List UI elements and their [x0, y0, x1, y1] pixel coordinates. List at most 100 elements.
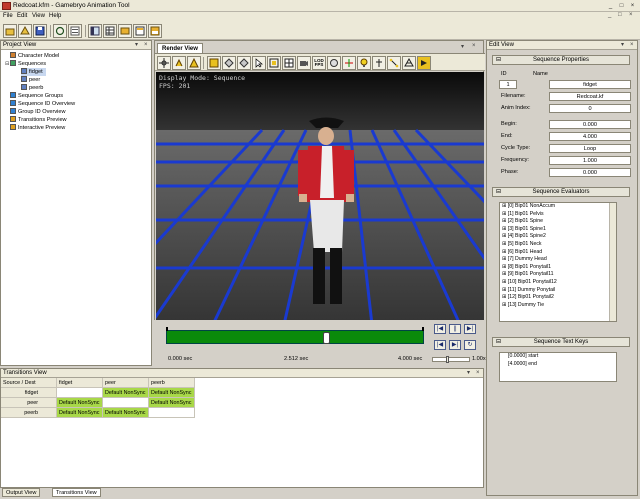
tree-item-peer[interactable]: peer	[21, 76, 40, 84]
id-field[interactable]: 1	[499, 80, 517, 89]
animation-icon[interactable]	[417, 56, 431, 70]
tree-item-group-id-overview[interactable]: Group ID Overview	[10, 108, 66, 116]
close-icon[interactable]: ×	[144, 41, 148, 50]
tree-item-sequence-id-overview[interactable]: Sequence ID Overview	[10, 100, 75, 108]
rotate-icon[interactable]	[172, 56, 186, 70]
camera-icon[interactable]	[297, 56, 311, 70]
transition-cell[interactable]	[103, 398, 149, 408]
tree-item-interactive-preview[interactable]: Interactive Preview	[10, 124, 65, 132]
save-icon[interactable]	[33, 24, 47, 38]
transition-cell[interactable]: Default NonSync	[149, 398, 195, 408]
project-view-icon[interactable]	[88, 24, 102, 38]
frame-icon[interactable]	[207, 56, 221, 70]
pin-icon[interactable]: ▾	[461, 43, 464, 50]
rewind-button[interactable]: |◀	[434, 324, 446, 334]
orbit-icon[interactable]	[222, 56, 236, 70]
step-forward-button[interactable]: ▶|	[449, 340, 461, 350]
transition-cell[interactable]: Default NonSync	[149, 388, 195, 398]
grid-view-icon[interactable]	[103, 24, 117, 38]
sequence-text-keys-header[interactable]: ⊟ Sequence Text Keys	[492, 337, 630, 347]
list-item[interactable]: ⊞ [8] Bip01 Ponytail1	[500, 264, 616, 272]
pin-icon[interactable]: ▾	[467, 369, 470, 378]
lighting-icon[interactable]	[327, 56, 341, 70]
list-item[interactable]: [4.0000] end	[500, 361, 616, 369]
film-icon[interactable]	[118, 24, 132, 38]
tree-item-character-model[interactable]: Character Model	[5, 52, 59, 60]
render-view-tab[interactable]: Render View	[157, 43, 203, 53]
move-camera-icon[interactable]	[157, 56, 171, 70]
skeleton-icon[interactable]	[372, 56, 386, 70]
filename-field[interactable]: Redcoat.kf	[549, 92, 631, 101]
loop-button[interactable]: ↻	[464, 340, 476, 350]
grid-icon[interactable]	[282, 56, 296, 70]
tab-transitions-view[interactable]: Transitions View	[52, 488, 101, 497]
cursor-icon[interactable]	[252, 56, 266, 70]
zoom-icon[interactable]	[187, 56, 201, 70]
phase-field[interactable]: 0.000	[549, 168, 631, 177]
edit-view-icon[interactable]	[133, 24, 147, 38]
maximize-button[interactable]: □	[617, 2, 626, 10]
render-viewport[interactable]: Display Mode: Sequence FPS: 201	[156, 72, 484, 360]
close-button[interactable]: ×	[628, 2, 637, 10]
bones-icon[interactable]	[387, 56, 401, 70]
tree-item-fidget[interactable]: fidget	[21, 68, 46, 76]
list-item[interactable]: [0.0000] start	[500, 353, 616, 361]
menu-file[interactable]: File	[3, 13, 13, 19]
cycle-type-field[interactable]: Loop	[549, 144, 631, 153]
sequence-evaluators-header[interactable]: ⊟ Sequence Evaluators	[492, 187, 630, 197]
list-item[interactable]: ⊞ [10] Bip01 Ponytail12	[500, 279, 616, 287]
list-item[interactable]: ⊞ [7] Dummy Head	[500, 256, 616, 264]
play-to-end-button[interactable]: ▶|	[464, 324, 476, 334]
menu-edit[interactable]: Edit	[17, 13, 27, 19]
gizmo-icon[interactable]	[342, 56, 356, 70]
list-item[interactable]: ⊞ [3] Bip01 Spine1	[500, 226, 616, 234]
list-item[interactable]: ⊞ [1] Bip01 Pelvis	[500, 211, 616, 219]
tree-item-sequence-groups[interactable]: Sequence Groups	[10, 92, 63, 100]
tree-item-peerb[interactable]: peerb	[21, 84, 43, 92]
list-item[interactable]: ⊞ [13] Dummy Tie	[500, 302, 616, 310]
list-item[interactable]: ⊞ [12] Bip01 Ponytail2	[500, 294, 616, 302]
evaluators-scrollbar[interactable]	[609, 203, 616, 321]
list-item[interactable]: ⊞ [2] Bip01 Spine	[500, 218, 616, 226]
open-icon[interactable]	[3, 24, 17, 38]
timeline-scrubber[interactable]	[323, 332, 331, 344]
tab-output-view[interactable]: Output View	[2, 488, 41, 497]
close-icon[interactable]: ×	[630, 41, 634, 50]
anim-index-field[interactable]: 0	[549, 104, 631, 113]
speed-slider[interactable]	[432, 356, 470, 363]
transition-cell[interactable]	[149, 408, 195, 418]
menu-view[interactable]: View	[32, 13, 45, 19]
transition-cell[interactable]: Default NonSync	[103, 408, 149, 418]
transition-cell[interactable]: Default NonSync	[57, 408, 103, 418]
pin-icon[interactable]: ▾	[135, 41, 138, 50]
tree-item-sequences[interactable]: ⊟ Sequences	[5, 60, 46, 68]
transition-cell[interactable]: Default NonSync	[57, 398, 103, 408]
name-field[interactable]: fidget	[549, 80, 631, 89]
close-icon[interactable]: ×	[476, 369, 480, 378]
light-bulb-icon[interactable]	[357, 56, 371, 70]
begin-field[interactable]: 0.000	[549, 120, 631, 129]
lod-fps-button[interactable]: LOD FPS	[312, 56, 326, 70]
transition-cell[interactable]	[57, 388, 103, 398]
mdi-maximize-button[interactable]: □	[618, 12, 622, 18]
tree-item-transitions-preview[interactable]: Transitions Preview	[10, 116, 67, 124]
menu-help[interactable]: Help	[49, 13, 61, 19]
mdi-close-button[interactable]: ×	[629, 12, 633, 18]
close-icon[interactable]: ×	[472, 43, 476, 49]
pause-button[interactable]: ||	[449, 324, 461, 334]
frequency-field[interactable]: 1.000	[549, 156, 631, 165]
end-field[interactable]: 4.000	[549, 132, 631, 141]
list-item[interactable]: ⊞ [11] Dummy Ponytail	[500, 287, 616, 295]
open-kfm-icon[interactable]	[18, 24, 32, 38]
output-view-icon[interactable]	[148, 24, 162, 38]
list-item[interactable]: ⊞ [4] Bip01 Spine2	[500, 233, 616, 241]
box-icon[interactable]	[267, 56, 281, 70]
speed-slider-thumb[interactable]	[446, 356, 449, 363]
step-back-button[interactable]: |◀	[434, 340, 446, 350]
minimize-button[interactable]: _	[606, 2, 615, 10]
wireframe-icon[interactable]	[402, 56, 416, 70]
list-item[interactable]: ⊞ [0] Bip01 NonAccum	[500, 203, 616, 211]
add-sequence-icon[interactable]	[68, 24, 82, 38]
list-item[interactable]: ⊞ [9] Bip01 Ponytail11	[500, 271, 616, 279]
list-item[interactable]: ⊞ [6] Bip01 Head	[500, 249, 616, 257]
